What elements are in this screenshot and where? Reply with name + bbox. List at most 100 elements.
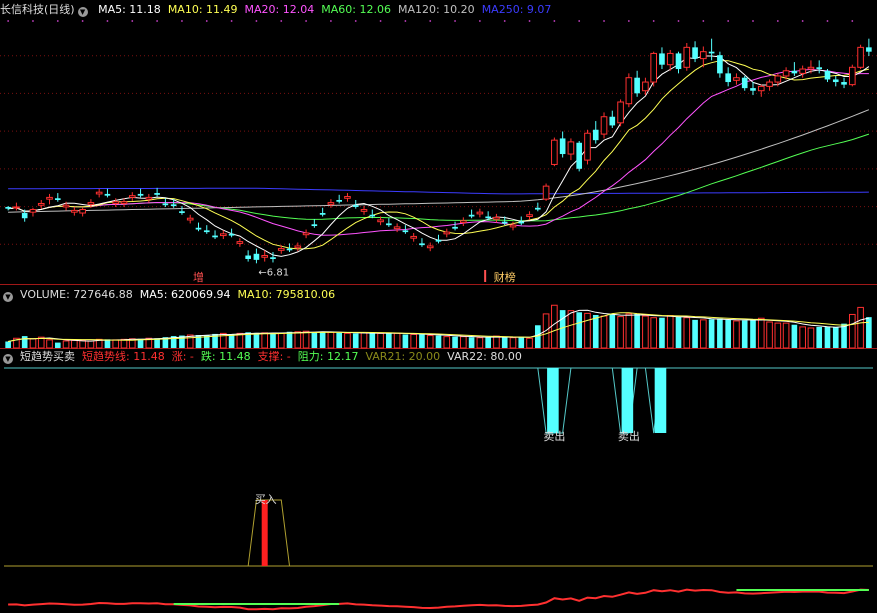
volume-bar [369,332,376,348]
volume-bar [592,314,599,348]
volume-bar [419,334,425,348]
candle-up [377,219,384,223]
volume-bar [46,339,53,349]
candle-up [774,75,782,83]
candle-up [526,214,533,217]
candle-down [452,226,458,229]
volume-bar [857,306,864,349]
news-tag-marker [484,270,487,282]
chart-title: 长信科技(日线) [0,3,75,16]
trend-strip-line [8,588,869,611]
candle-down [741,77,748,89]
candle-down [841,82,847,85]
signal-dot [379,20,382,22]
candle-down [195,227,202,230]
signal-dot [429,20,432,22]
signal-dot [156,20,159,22]
chevron-down-icon[interactable]: ▼ [77,7,88,17]
signal-dot [7,20,10,22]
candle-down [824,70,831,80]
signal-dot [255,20,258,22]
volume-bar [757,317,765,349]
volume-bar [228,334,235,348]
signal-dot [578,20,581,22]
candle-down [501,221,508,224]
candle-up [344,196,351,199]
news-tag: 财榜 [494,270,516,284]
candle-down [518,221,525,224]
volume-bar [551,304,558,349]
signal-dot [776,20,779,22]
candle-up [186,217,194,221]
candle-up [79,209,86,214]
volume-bar [62,340,70,349]
candle-up [625,77,633,105]
signal-dot [330,20,332,22]
candle-down [609,116,616,126]
signal-dot [652,20,655,22]
ma60-line [8,133,870,222]
candle-down [419,243,425,246]
signal-dot [354,20,357,22]
candle-up [302,232,310,236]
volume-bar [79,339,86,349]
ma-legend-3: MA60: 12.06 [321,3,391,16]
volume-bar [426,335,434,349]
candle-up [683,46,691,68]
volume-bar [270,333,276,348]
signal-dot [702,20,705,22]
signal-dot [826,20,829,22]
volume-bar [468,337,475,348]
buy-signal-line [247,499,291,567]
candle-down [154,193,160,195]
candle-up [857,46,864,68]
candle-down [369,214,376,217]
candle-up [360,209,368,212]
signal-header: ▼ 短趋势买卖 短趋势线: 11.48 涨: - 跌: 11.48 支撑: - 阻力: 12… [0,349,536,365]
candle-down [162,203,169,206]
volume-bar [443,336,451,349]
signal-dot [81,20,84,22]
volume-bar [518,337,525,348]
candle-down [245,255,251,259]
candle-down [832,79,839,83]
candle-down [228,233,235,236]
chevron-down-icon[interactable]: ▼ [3,354,13,364]
volume-bar [600,315,608,349]
volume-bar [485,337,491,348]
candle-up [807,66,815,70]
candle-down [717,55,723,74]
candle-up [848,66,856,86]
candle-down [708,51,715,54]
sell-label: 卖出 [618,429,640,443]
kline-chart[interactable]: ←6.81 增 财榜买入 卖出 卖出 [0,0,877,613]
candle-up [509,224,517,228]
candle-down [576,142,583,169]
volume-bar [476,337,484,349]
volume-bar [807,327,815,349]
volume-bar [675,316,682,348]
volume-bar [683,317,691,349]
candle-up [62,204,70,208]
volume-bar [302,330,310,349]
volume-bar [708,319,715,348]
candle-down [54,198,61,201]
volume-bar [54,342,61,348]
candle-up [145,196,153,200]
low-price-marker: ←6.81 [258,267,289,278]
volume-bar [642,315,649,349]
candle-down [675,53,682,70]
volume-bar [526,337,533,349]
chevron-down-icon[interactable]: ▼ [3,292,13,302]
indicator-title: 短趋势买卖 [20,350,75,363]
volume-bar [87,340,95,349]
volume-bar [509,337,517,349]
candle-up [617,101,624,124]
ma-legend-2: MA20: 12.04 [244,3,315,16]
candle-up [600,116,608,135]
candle-down [435,239,442,242]
candle-down [634,77,640,94]
candle-up [782,70,790,77]
candle-down [592,129,599,141]
ma20-line [8,68,869,236]
